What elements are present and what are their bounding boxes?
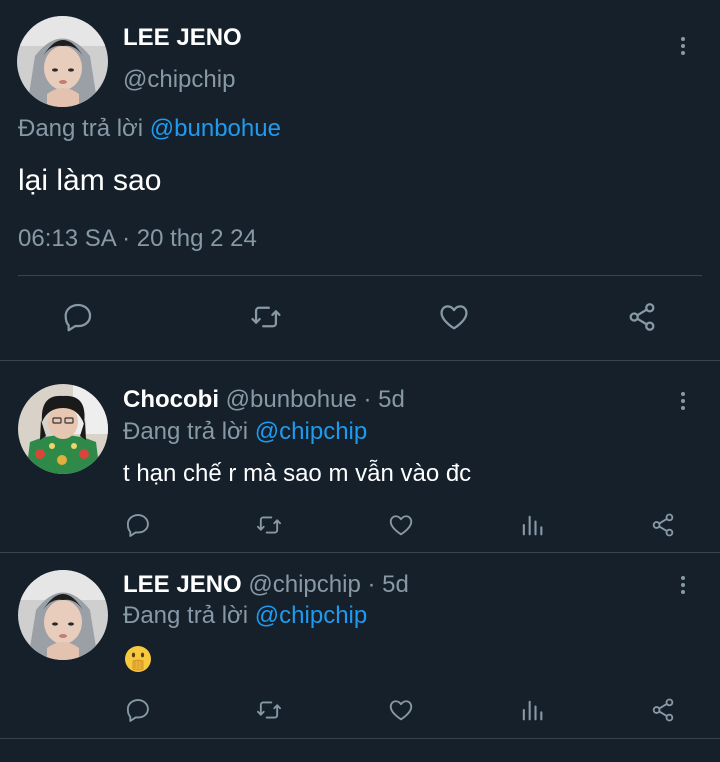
reply-header: Chocobi @bunbohue · 5d [123, 386, 405, 414]
reply-to-link[interactable]: @chipchip [255, 602, 367, 629]
tweet-age[interactable]: · 5d [367, 571, 408, 598]
more-options-icon[interactable] [673, 571, 693, 599]
author-handle[interactable]: @chipchip [248, 571, 360, 598]
author-handle[interactable]: @chipchip [123, 66, 235, 94]
retweet-icon[interactable] [254, 696, 284, 724]
reply-header: LEE JENO @chipchip · 5d [123, 571, 409, 599]
more-options-icon[interactable] [673, 32, 693, 60]
author-name[interactable]: LEE JENO [123, 24, 242, 52]
author-name[interactable]: Chocobi [123, 386, 219, 413]
reply-context: Đang trả lời @chipchip [123, 418, 367, 446]
reply-icon[interactable] [61, 300, 95, 334]
analytics-icon[interactable] [517, 511, 547, 539]
reply-to-link[interactable]: @chipchip [255, 418, 367, 445]
tweet-text: lại làm sao [18, 164, 162, 197]
tweet-age[interactable]: · 5d [364, 386, 405, 413]
reply-prefix: Đang trả lời [18, 115, 144, 142]
like-icon[interactable] [386, 511, 416, 539]
reply-to-link[interactable]: @bunbohue [150, 115, 281, 142]
reply-prefix: Đang trả lời [123, 418, 249, 445]
like-icon[interactable] [386, 696, 416, 724]
like-icon[interactable] [436, 300, 472, 334]
divider [0, 360, 720, 361]
retweet-icon[interactable] [254, 511, 284, 539]
divider [0, 552, 720, 553]
author-avatar[interactable] [18, 570, 108, 660]
more-options-icon[interactable] [673, 387, 693, 415]
analytics-icon[interactable] [517, 696, 547, 724]
author-avatar[interactable] [18, 384, 108, 474]
author-handle[interactable]: @bunbohue [226, 386, 357, 413]
reply-context: Đang trả lời @chipchip [123, 602, 367, 630]
divider [0, 738, 720, 739]
reply-icon[interactable] [124, 696, 152, 724]
reply-context: Đang trả lời @bunbohue [18, 115, 281, 143]
face-with-hand-over-mouth-icon [125, 646, 151, 672]
author-name[interactable]: LEE JENO [123, 571, 242, 598]
divider [18, 275, 702, 276]
retweet-icon[interactable] [248, 300, 284, 334]
share-icon[interactable] [624, 300, 660, 334]
share-icon[interactable] [648, 696, 678, 724]
tweet-text-emoji: 🫢 [123, 644, 153, 674]
author-avatar[interactable] [17, 16, 108, 107]
reply-prefix: Đang trả lời [123, 602, 249, 629]
reply-icon[interactable] [124, 511, 152, 539]
tweet-text: t hạn chế r mà sao m vẫn vào đc [123, 460, 472, 487]
share-icon[interactable] [648, 511, 678, 539]
tweet-timestamp[interactable]: 06:13 SA · 20 thg 2 24 [18, 225, 257, 253]
